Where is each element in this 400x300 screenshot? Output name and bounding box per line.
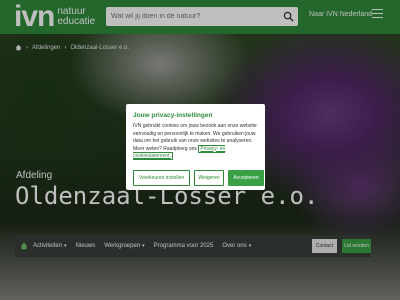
dialog-title: Jouw privacy-instellingen	[133, 112, 213, 119]
cookie-consent-dialog: Jouw privacy-instellingen IVN gebruikt c…	[126, 104, 265, 190]
dialog-body: IVN gebruikt cookies om jouw bezoek aan …	[133, 123, 258, 161]
accept-button[interactable]: Accepteren	[228, 170, 264, 186]
dialog-actions: Voorkeuren instellen Weigeren Accepteren	[133, 170, 264, 186]
reject-button[interactable]: Weigeren	[194, 170, 224, 186]
preferences-button[interactable]: Voorkeuren instellen	[133, 170, 190, 186]
dialog-text: IVN gebruikt cookies om jouw bezoek aan …	[133, 123, 257, 152]
